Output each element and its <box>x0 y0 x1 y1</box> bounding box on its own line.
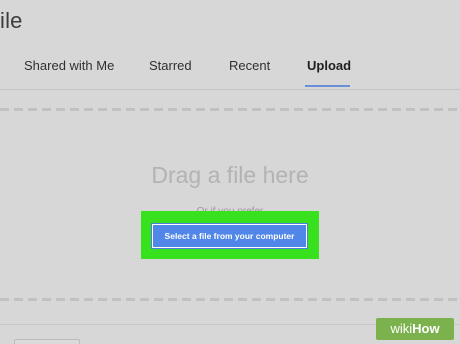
footer-button[interactable] <box>14 339 80 344</box>
tab-upload[interactable]: Upload <box>307 58 351 73</box>
active-tab-indicator <box>305 85 350 87</box>
tab-bar: Shared with Me Starred Recent Upload <box>0 48 460 88</box>
tab-recent[interactable]: Recent <box>229 58 270 73</box>
tab-starred[interactable]: Starred <box>149 58 192 73</box>
dropzone-heading: Drag a file here <box>151 162 309 188</box>
watermark-how: How <box>412 321 440 336</box>
dropzone-border-bottom <box>0 298 460 301</box>
select-file-button[interactable]: Select a file from your computer <box>152 224 307 248</box>
wikihow-watermark: wikiHow <box>376 318 454 340</box>
tab-divider <box>0 89 460 90</box>
upload-dialog: ile Shared with Me Starred Recent Upload… <box>0 0 460 344</box>
tab-shared-with-me[interactable]: Shared with Me <box>24 58 114 73</box>
dropzone-border-top <box>0 108 460 111</box>
watermark-wiki: wiki <box>390 321 413 336</box>
dialog-title: ile <box>0 8 23 33</box>
